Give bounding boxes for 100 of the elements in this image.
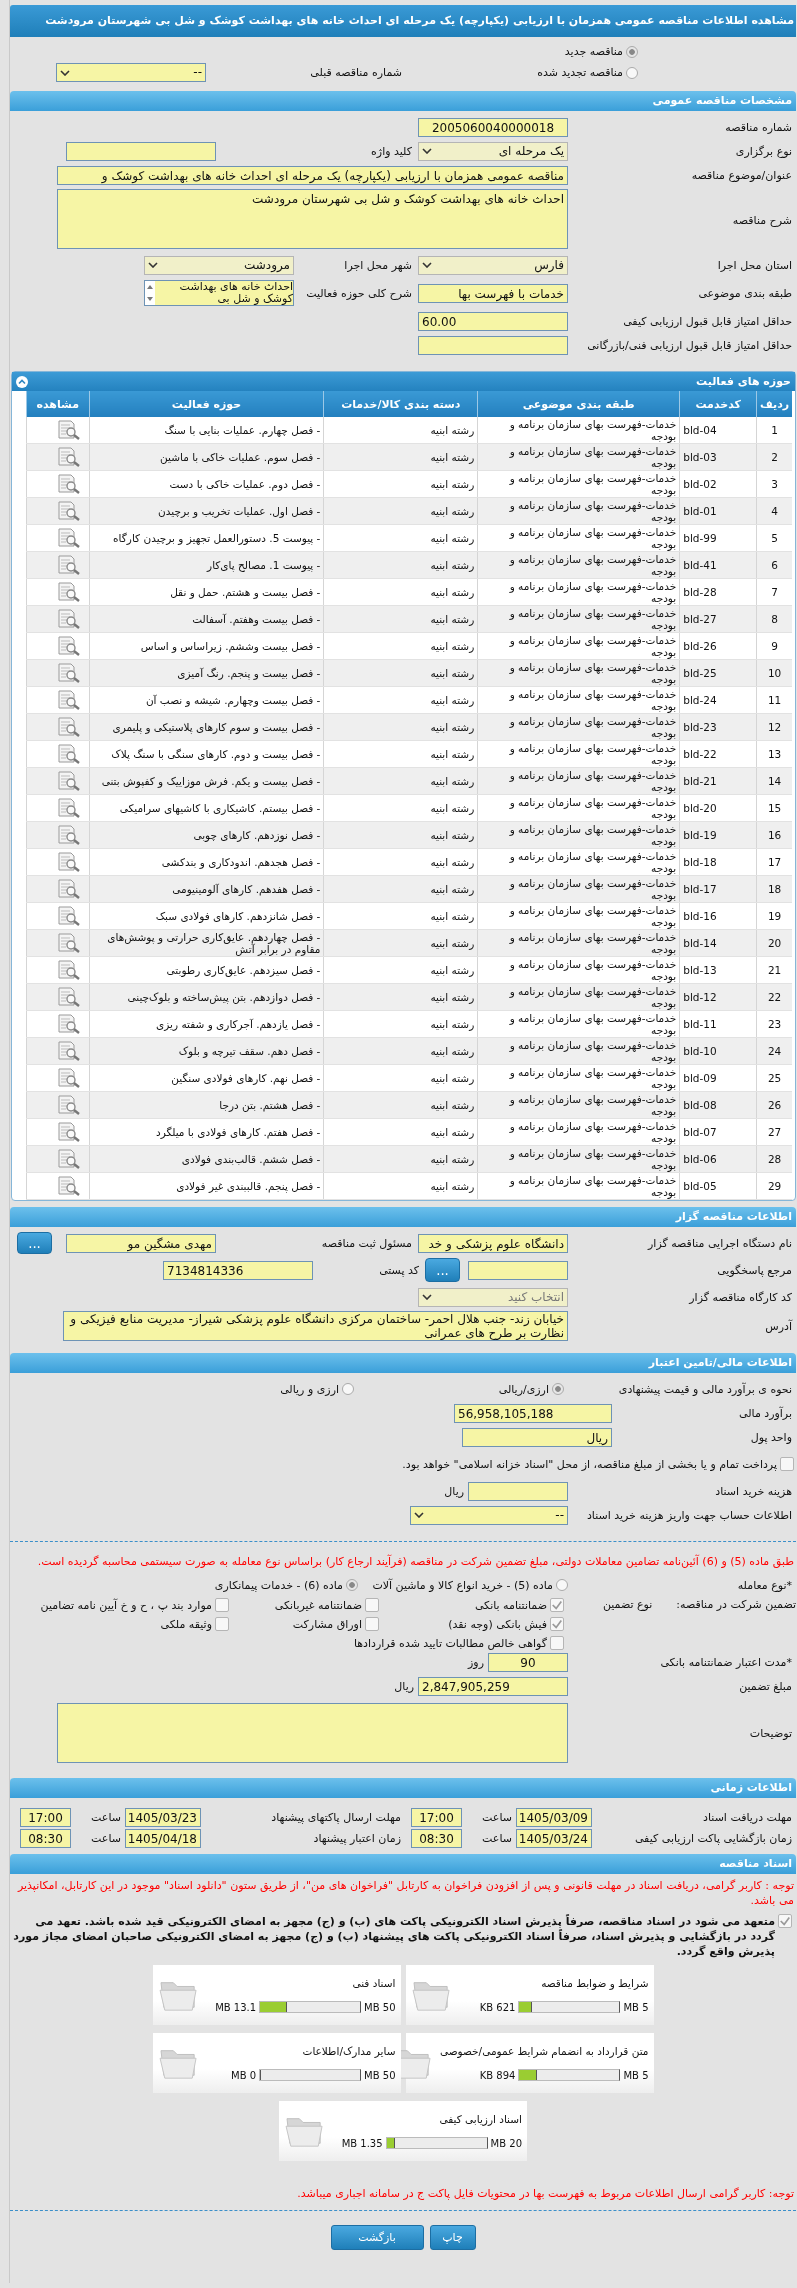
field-label: حداقل امتیاز قابل قبول ارزیابی فنی/بازرگانی [586, 338, 793, 352]
document-search-icon[interactable] [55, 1013, 82, 1035]
document-search-icon[interactable] [55, 851, 82, 873]
action-button[interactable]: بازگشت [330, 2225, 424, 2250]
document-search-icon[interactable] [55, 932, 82, 954]
checkbox[interactable] [365, 1617, 379, 1631]
time-field[interactable]: 17:00 [411, 1808, 462, 1827]
document-search-icon[interactable] [55, 959, 82, 981]
text-area[interactable]: احداث خانه های بهداشت کوشک و شل بی شهرستان مرودشت [57, 189, 568, 249]
text-field[interactable]: 56,958,105,188 [454, 1403, 612, 1423]
table-cell: 12 [756, 713, 792, 741]
checkbox[interactable] [778, 1914, 792, 1928]
table-cell: bld-13 [679, 956, 757, 984]
document-search-icon[interactable] [55, 473, 82, 495]
document-name: اسناد فنی [351, 1977, 396, 1989]
text-area[interactable]: خیابان زند- جنب هلال احمر- ساختمان مرکزی دانشگاه علوم پزشکی شیراز- مدیریت منابع فیزیکی و نظارت بر طرح های عمرانی [63, 1311, 568, 1341]
select-field[interactable]: مرودشت [144, 255, 294, 275]
table-cell: - فصل چهارم. عملیات بنایی با سنگ [89, 417, 324, 444]
table-cell: 22 [756, 983, 792, 1011]
document-search-icon[interactable] [55, 500, 82, 522]
document-search-icon[interactable] [55, 905, 82, 927]
date-field[interactable]: 1405/03/23 [125, 1808, 201, 1827]
text-field[interactable] [468, 1260, 568, 1280]
table-cell: bld-23 [679, 713, 757, 741]
radio-button[interactable] [346, 1579, 358, 1591]
document-search-icon[interactable] [55, 824, 82, 846]
radio-button[interactable] [556, 1579, 568, 1591]
text-field[interactable]: 2,847,905,259 [418, 1676, 568, 1696]
table-cell: رشته ابنیه [323, 821, 478, 849]
select-field[interactable]: فارس [418, 255, 568, 275]
radio-button[interactable] [552, 1383, 564, 1395]
document-search-icon[interactable] [55, 878, 82, 900]
document-search-icon[interactable] [55, 716, 82, 738]
table-cell: خدمات-فهرست بهای سازمان برنامه و بودجه [477, 1091, 680, 1119]
scroll-arrows-icon[interactable] [145, 281, 155, 305]
radio-button[interactable] [626, 45, 638, 58]
checkbox[interactable] [550, 1636, 564, 1650]
document-search-icon[interactable] [55, 608, 82, 630]
document-search-icon[interactable] [55, 527, 82, 549]
text-field[interactable]: ریال [462, 1427, 612, 1447]
radio-button[interactable] [342, 1383, 354, 1395]
radio-button[interactable] [626, 66, 638, 79]
document-search-icon[interactable] [55, 1067, 82, 1089]
time-field[interactable]: 17:00 [20, 1808, 71, 1827]
text-field[interactable]: مهدی مشگین مو [66, 1233, 216, 1253]
select-field[interactable]: -- [410, 1505, 568, 1525]
document-search-icon[interactable] [55, 446, 82, 468]
table-cell: bld-25 [679, 659, 757, 687]
document-search-icon[interactable] [55, 1040, 82, 1062]
checkbox[interactable] [780, 1457, 794, 1471]
document-search-icon[interactable] [55, 635, 82, 657]
text-field[interactable]: 7134814336 [163, 1260, 313, 1280]
date-field[interactable]: 1405/03/09 [516, 1808, 592, 1827]
document-search-icon[interactable] [55, 986, 82, 1008]
text-field[interactable]: 2005060040000018 [418, 117, 568, 137]
text-field[interactable]: 60.00 [418, 311, 568, 331]
date-field[interactable]: 1405/04/18 [125, 1829, 201, 1848]
action-button[interactable]: چاپ [429, 2225, 476, 2250]
checkbox[interactable] [215, 1598, 229, 1612]
time-field[interactable]: 08:30 [20, 1829, 71, 1848]
text-field[interactable] [66, 141, 216, 161]
table-cell: رشته ابنیه [323, 578, 478, 606]
document-search-icon[interactable] [55, 1094, 82, 1116]
table-cell: bld-21 [679, 767, 757, 795]
table-cell: - فصل یازدهم. آجرکاری و شفته ریزی [89, 1010, 324, 1038]
text-field[interactable]: مناقصه عمومی همزمان با ارزیابی (یکپارچه) یک مرحله ای احداث خانه های بهداشت کوشک و [57, 165, 568, 185]
document-search-icon[interactable] [55, 797, 82, 819]
document-search-icon[interactable] [55, 1148, 82, 1170]
select-field[interactable]: انتخاب کنید [418, 1287, 568, 1307]
text-field[interactable]: 90 [488, 1652, 568, 1672]
text-field[interactable] [418, 335, 568, 355]
table-cell: 26 [756, 1091, 792, 1119]
browse-button[interactable]: ... [425, 1258, 460, 1282]
table-cell: 6 [756, 551, 792, 579]
document-search-icon[interactable] [55, 1175, 82, 1197]
document-search-icon[interactable] [55, 743, 82, 765]
document-search-icon[interactable] [55, 554, 82, 576]
chevron-icon [148, 262, 158, 268]
checkbox[interactable] [215, 1617, 229, 1631]
document-search-icon[interactable] [55, 419, 82, 441]
date-field[interactable]: 1405/03/24 [516, 1829, 592, 1848]
select-field[interactable]: -- [56, 63, 206, 82]
text-field[interactable]: دانشگاه علوم پزشکی و خد [418, 1233, 568, 1253]
time-field[interactable]: 08:30 [411, 1829, 462, 1848]
text-area[interactable]: احداث خانه های بهداشت کوشک و شل بی [144, 280, 294, 306]
browse-button[interactable]: ... [17, 1232, 52, 1254]
checkbox[interactable] [550, 1598, 564, 1612]
document-search-icon[interactable] [55, 770, 82, 792]
document-search-icon[interactable] [55, 689, 82, 711]
document-search-icon[interactable] [55, 1121, 82, 1143]
checkbox[interactable] [365, 1598, 379, 1612]
text-field[interactable] [468, 1481, 568, 1501]
document-search-icon[interactable] [55, 581, 82, 603]
select-field[interactable]: یک مرحله ای [418, 141, 568, 161]
table-cell: خدمات-فهرست بهای سازمان برنامه و بودجه [477, 1145, 680, 1173]
document-search-icon[interactable] [55, 662, 82, 684]
collapse-icon[interactable] [16, 375, 28, 388]
text-area[interactable] [57, 1703, 568, 1763]
text-field[interactable]: خدمات با فهرست بها [418, 283, 568, 303]
checkbox[interactable] [550, 1617, 564, 1631]
